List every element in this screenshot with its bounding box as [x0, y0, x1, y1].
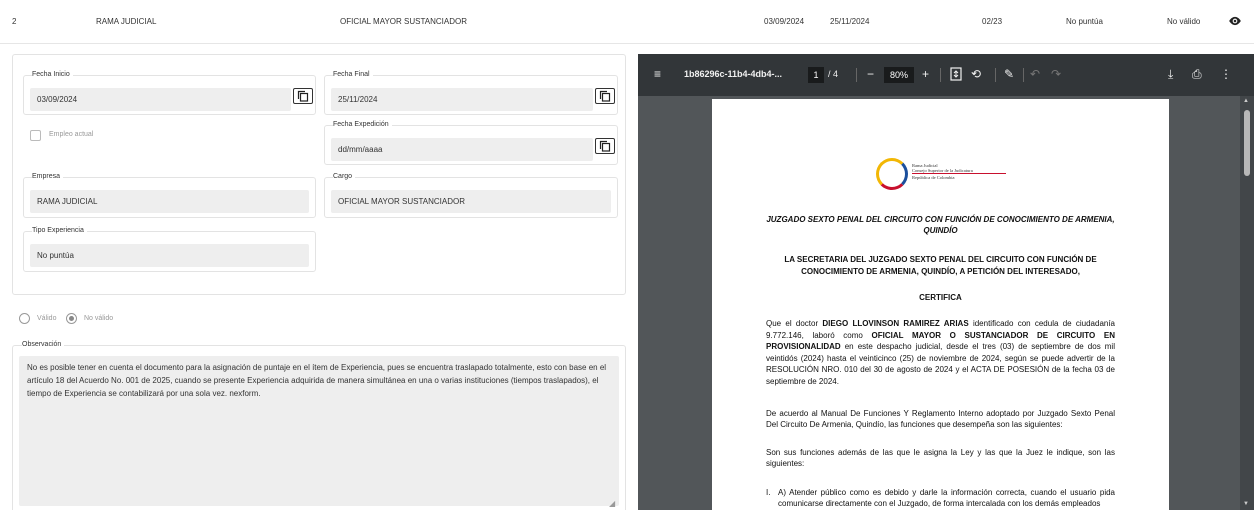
pdf-scrollbar[interactable]: ▲ ▼	[1240, 96, 1254, 510]
logo-divider	[912, 173, 1006, 174]
eye-icon[interactable]	[1228, 15, 1242, 27]
observacion-textarea[interactable]: No es posible tener en cuenta el documen…	[19, 356, 619, 506]
invalid-radio-label: No válido	[84, 315, 114, 322]
zoom-out-icon[interactable]: −	[867, 67, 874, 81]
rotate-icon[interactable]: ⟲	[971, 67, 981, 81]
logo-line-3: República de Colombia	[912, 175, 955, 180]
observacion-field[interactable]: Observación No es posible tener en cuent…	[12, 341, 626, 510]
function-item-1: A) Atender público como es debido y darl…	[778, 488, 1115, 508]
certificate-paragraph-1: Que el doctor DIEGO LLOVINSON RAMIREZ AR…	[766, 318, 1115, 387]
undo-icon[interactable]: ↶	[1030, 67, 1040, 81]
copy-icon[interactable]	[595, 88, 615, 104]
row-validity: No válido	[1167, 17, 1201, 26]
cargo-input[interactable]: OFICIAL MAYOR SUSTANCIADOR	[331, 190, 611, 213]
scroll-up-icon[interactable]: ▲	[1243, 98, 1249, 104]
row-company: RAMA JUDICIAL	[96, 17, 157, 26]
fecha-final-input[interactable]: 25/11/2024	[331, 88, 593, 111]
empresa-label: Empresa	[32, 173, 64, 180]
cargo-field[interactable]: Cargo OFICIAL MAYOR SUSTANCIADOR	[324, 173, 618, 218]
page-total: / 4	[828, 69, 839, 79]
secretary-title: LA SECRETARIA DEL JUZGADO SEXTO PENAL DE…	[784, 255, 1097, 276]
fecha-inicio-input[interactable]: 03/09/2024	[30, 88, 291, 111]
empresa-field[interactable]: Empresa RAMA JUDICIAL	[23, 173, 316, 218]
fit-page-icon[interactable]	[950, 67, 962, 84]
toolbar-divider	[940, 68, 941, 82]
valid-radio-label: Válido	[37, 315, 57, 322]
invalid-radio[interactable]	[66, 313, 77, 324]
menu-icon[interactable]: ≡	[654, 67, 661, 81]
more-options-icon[interactable]: ⋮	[1220, 67, 1232, 81]
zoom-level-input[interactable]: 80%	[884, 67, 914, 83]
download-icon[interactable]: ⤓	[1168, 67, 1173, 81]
pdf-file-name: 1b86296c-11b4-4db4-...	[684, 69, 783, 79]
tipo-experiencia-select[interactable]: No puntúa	[30, 244, 309, 267]
p1-text-a: Que el doctor	[766, 319, 823, 328]
resize-handle-icon[interactable]: ◢	[609, 499, 615, 508]
certifica-heading: CERTIFICA	[919, 293, 962, 302]
list-marker: I.	[766, 488, 771, 497]
cargo-label: Cargo	[333, 173, 356, 180]
copy-icon[interactable]	[293, 88, 313, 104]
redo-icon[interactable]: ↷	[1051, 67, 1061, 81]
experience-summary-row[interactable]: 2 RAMA JUDICIAL OFICIAL MAYOR SUSTANCIAD…	[0, 0, 1254, 44]
empleo-actual-label: Empleo actual	[49, 131, 94, 138]
fecha-final-label: Fecha Final	[333, 71, 373, 78]
scrollbar-thumb[interactable]	[1244, 110, 1250, 176]
print-icon[interactable]: ⎙	[1192, 67, 1202, 81]
zoom-in-icon[interactable]: +	[922, 67, 929, 81]
page-number-input[interactable]: 1	[808, 67, 824, 83]
copy-icon[interactable]	[595, 138, 615, 154]
annotate-pen-icon[interactable]: ✎	[1004, 67, 1014, 81]
certificate-paragraph-3: Son sus funciones además de las que le a…	[766, 448, 1115, 468]
row-start-date: 03/09/2024	[764, 17, 805, 26]
observacion-label: Observación	[22, 341, 65, 348]
court-title: JUZGADO SEXTO PENAL DEL CIRCUITO CON FUN…	[766, 215, 1115, 235]
toolbar-divider	[856, 68, 857, 82]
fecha-inicio-field[interactable]: Fecha Inicio 03/09/2024	[23, 71, 316, 115]
fecha-inicio-label: Fecha Inicio	[32, 71, 73, 78]
experience-form: Fecha Inicio 03/09/2024 Fecha Final 25/1…	[12, 54, 626, 295]
row-scoring: No puntúa	[1066, 17, 1103, 26]
tipo-experiencia-label: Tipo Experiencia	[32, 227, 87, 234]
row-duration: 02/23	[982, 17, 1003, 26]
employee-name: DIEGO LLOVINSON RAMIREZ ARIAS	[822, 319, 969, 328]
empresa-input[interactable]: RAMA JUDICIAL	[30, 190, 309, 213]
pdf-viewer[interactable]: ≡ 1b86296c-11b4-4db4-... 1 / 4 − 80% + ⟲…	[638, 54, 1254, 510]
fecha-final-field[interactable]: Fecha Final 25/11/2024	[324, 71, 618, 115]
fecha-expedicion-input[interactable]: dd/mm/aaaa	[331, 138, 593, 161]
scroll-down-icon[interactable]: ▼	[1243, 501, 1249, 507]
valid-radio[interactable]	[19, 313, 30, 324]
functions-list-item: I. A) Atender público como es debido y d…	[766, 487, 1115, 509]
coat-of-arms-icon	[876, 158, 908, 190]
pdf-toolbar: ≡ 1b86296c-11b4-4db4-... 1 / 4 − 80% + ⟲…	[638, 54, 1254, 96]
row-position: OFICIAL MAYOR SUSTANCIADOR	[340, 17, 467, 26]
toolbar-divider	[1023, 68, 1024, 82]
toolbar-divider	[995, 68, 996, 82]
certificate-paragraph-2: De acuerdo al Manual De Funciones Y Regl…	[766, 409, 1115, 429]
row-number: 2	[12, 17, 17, 26]
row-end-date: 25/11/2024	[830, 17, 870, 26]
pdf-page: Rama Judicial Consejo Superior de la Jud…	[712, 99, 1169, 510]
empleo-actual-checkbox[interactable]	[30, 130, 41, 141]
fecha-expedicion-label: Fecha Expedición	[333, 121, 392, 128]
tipo-experiencia-field[interactable]: Tipo Experiencia No puntúa	[23, 227, 316, 272]
fecha-expedicion-field[interactable]: Fecha Expedición dd/mm/aaaa	[324, 121, 618, 165]
